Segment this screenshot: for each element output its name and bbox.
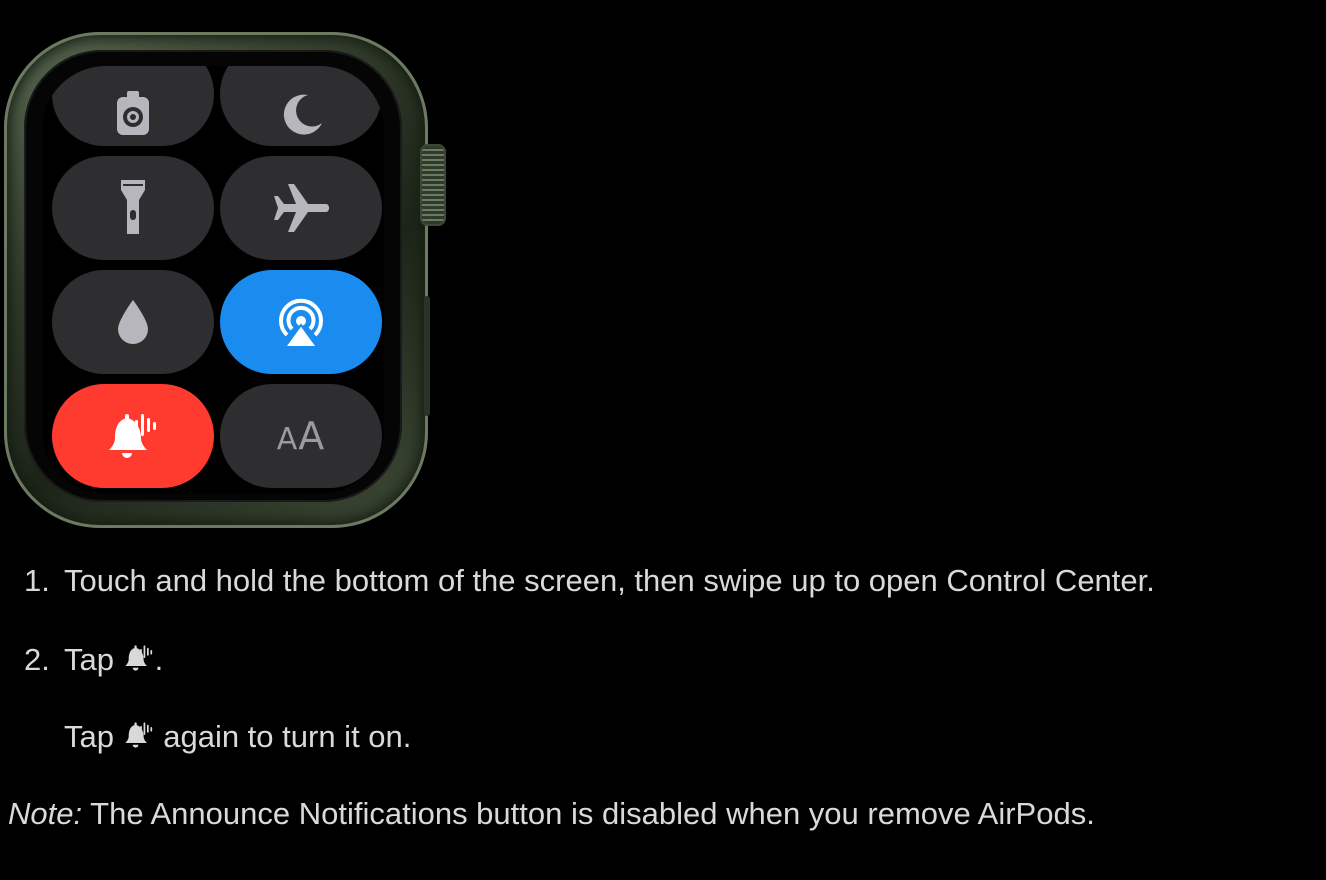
airplane-mode-button[interactable]	[220, 156, 382, 260]
water-drop-icon	[118, 300, 148, 344]
digital-crown	[420, 144, 446, 226]
do-not-disturb-button[interactable]	[220, 66, 382, 146]
step-text-suffix: .	[154, 642, 164, 677]
moon-icon	[283, 94, 322, 135]
note-label: Note:	[8, 796, 83, 831]
water-lock-button[interactable]	[52, 270, 214, 374]
step-text: Tap again to turn it on.	[64, 719, 411, 755]
step-text: Touch and hold the bottom of the screen,…	[64, 563, 1155, 598]
text-size-button[interactable]: AA	[220, 384, 382, 488]
walkie-talkie-button[interactable]	[52, 66, 214, 146]
announce-notifications-bell-icon	[109, 414, 156, 458]
note: Note: The Announce Notifications button …	[8, 796, 1095, 832]
apple-watch-illustration: AA	[0, 26, 450, 536]
announce-notifications-button[interactable]	[52, 384, 214, 488]
step-text-prefix: Tap	[64, 642, 123, 677]
walkie-talkie-icon	[117, 91, 149, 135]
step-text-prefix: Tap	[64, 719, 123, 754]
airplay-icon	[279, 298, 323, 348]
announce-notifications-bell-icon	[124, 645, 152, 671]
control-center: AA	[42, 66, 384, 494]
airplane-icon	[274, 184, 329, 232]
airplay-button[interactable]	[220, 270, 382, 374]
flashlight-button[interactable]	[52, 156, 214, 260]
step-number: 1.	[24, 563, 50, 598]
note-text: The Announce Notifications button is dis…	[82, 796, 1095, 831]
announce-notifications-bell-icon	[124, 722, 152, 748]
text-size-icon: AA	[276, 414, 326, 458]
step-text: Tap .	[64, 642, 163, 678]
step-text-suffix: again to turn it on.	[154, 719, 412, 754]
step-number: 2.	[24, 642, 50, 677]
side-button	[424, 296, 430, 416]
page: AA 1. Touch and hold the bottom of the s…	[0, 0, 1326, 880]
flashlight-icon	[121, 180, 145, 234]
